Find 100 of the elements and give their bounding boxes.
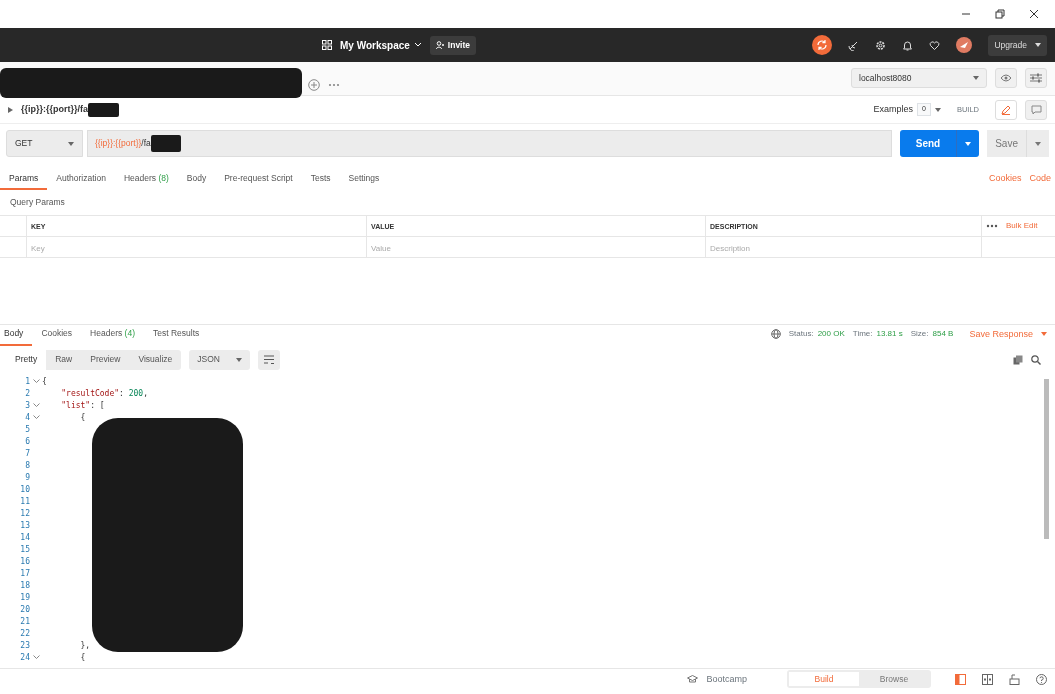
workspace-menu[interactable]: My Workspace	[340, 37, 422, 53]
caret-icon	[1035, 142, 1041, 147]
line-number: 17	[19, 567, 30, 580]
method-dropdown[interactable]: GET	[6, 130, 83, 157]
add-tab-icon[interactable]	[308, 79, 320, 91]
line-number: 9	[24, 471, 30, 484]
heart-icon[interactable]	[929, 39, 941, 51]
code-line: "resultCode": 200,	[60, 387, 148, 400]
bootcamp-link[interactable]: Bootcamp	[687, 672, 747, 686]
tab[interactable]: Test Results	[144, 322, 209, 346]
tab[interactable]: Headers (8)	[114, 167, 178, 191]
layout-icon[interactable]	[982, 673, 993, 685]
sidebar-icon[interactable]	[955, 673, 966, 685]
wrap-icon	[264, 355, 274, 365]
add-user-icon	[435, 41, 444, 50]
chevron-icon	[413, 42, 422, 49]
eye-icon	[1000, 74, 1012, 82]
close-icon[interactable]	[1029, 9, 1039, 19]
edit-button[interactable]	[995, 99, 1017, 120]
invite-button[interactable]: Invite	[429, 36, 477, 55]
caret-icon	[236, 357, 242, 362]
view-mode-tab[interactable]: Raw	[46, 349, 82, 370]
status-label: Size:	[910, 328, 929, 341]
fold-icon[interactable]	[32, 655, 40, 661]
environment-dropdown[interactable]: localhost8080	[851, 68, 987, 88]
scrollbar[interactable]	[1044, 378, 1049, 539]
graduation-cap-icon	[687, 675, 699, 684]
sync-icon[interactable]	[812, 35, 833, 56]
line-number: 20	[19, 603, 30, 616]
line-number: 22	[19, 627, 30, 640]
line-number: 23	[19, 639, 30, 652]
view-mode-tab[interactable]: Preview	[81, 349, 130, 370]
request-name: {{ip}}:{{port}}/fa	[21, 102, 88, 116]
help-icon[interactable]	[1036, 673, 1047, 685]
bench-icon[interactable]	[1009, 673, 1020, 685]
mode-tab[interactable]: Browse	[859, 672, 929, 687]
line-number: 14	[19, 531, 30, 544]
line-number: 21	[19, 615, 30, 628]
line-number: 10	[19, 483, 30, 496]
tab[interactable]: Pre-request Script	[215, 167, 302, 191]
save-button[interactable]: Save	[987, 130, 1026, 157]
expand-icon[interactable]	[8, 106, 13, 113]
caret-icon	[934, 107, 941, 112]
caret-icon	[1041, 332, 1047, 337]
tab[interactable]: Settings	[339, 167, 389, 191]
line-number: 8	[24, 459, 30, 472]
line-number: 7	[24, 447, 30, 460]
avatar-icon[interactable]	[956, 37, 973, 54]
restore-icon[interactable]	[995, 9, 1005, 19]
tab[interactable]: Params	[0, 167, 48, 191]
line-number: 5	[24, 423, 30, 436]
tab[interactable]: Cookies	[32, 322, 82, 346]
grid-icon	[322, 40, 332, 51]
copy-icon[interactable]	[1013, 354, 1023, 365]
pencil-icon	[1001, 104, 1011, 115]
tab[interactable]: Body	[177, 167, 216, 191]
line-number: 16	[19, 555, 30, 568]
format-dropdown[interactable]: JSON	[189, 349, 250, 370]
search-icon[interactable]	[1031, 354, 1041, 365]
tab[interactable]: Body	[0, 322, 33, 346]
environment-quick-look-button[interactable]	[995, 68, 1017, 88]
line-number: 15	[19, 543, 30, 556]
send-button[interactable]: Send	[899, 130, 957, 157]
settings-icon[interactable]	[875, 39, 887, 51]
caret-icon	[68, 141, 74, 146]
send-options-button[interactable]	[956, 130, 980, 157]
tab[interactable]: Tests	[301, 167, 340, 191]
line-number: 24	[19, 651, 30, 664]
code-line: },	[79, 639, 91, 652]
fold-icon[interactable]	[32, 379, 40, 385]
globe-icon	[770, 329, 781, 340]
status-value: 13.81 s	[876, 328, 903, 341]
code-line: {	[79, 651, 86, 664]
line-number: 6	[24, 435, 30, 448]
line-number: 4	[24, 411, 30, 424]
code-line: {	[79, 411, 86, 424]
wrap-lines-button[interactable]	[258, 349, 280, 370]
caret-icon	[1035, 43, 1041, 48]
table-cell	[0, 236, 27, 258]
more-icon[interactable]	[986, 223, 998, 228]
line-number: 18	[19, 579, 30, 592]
section-title: Query Params	[9, 196, 66, 209]
tab[interactable]: Headers (4)	[81, 322, 144, 346]
line-number: 19	[19, 591, 30, 604]
status-value: 200 OK	[817, 328, 845, 341]
bell-icon[interactable]	[902, 39, 914, 51]
status-label: Status:	[788, 328, 814, 341]
satellite-icon[interactable]	[848, 39, 860, 51]
code-line: "list": [	[60, 399, 105, 412]
comment-icon	[1030, 104, 1042, 115]
status-label: Time:	[852, 328, 873, 341]
fold-icon[interactable]	[32, 403, 40, 409]
line-number: 12	[19, 507, 30, 520]
status-value: 854 B	[932, 328, 954, 341]
view-mode-tab[interactable]: Visualize	[129, 349, 182, 370]
fold-icon[interactable]	[32, 415, 40, 421]
tab[interactable]: Authorization	[47, 167, 115, 191]
upgrade-button[interactable]: Upgrade	[988, 35, 1047, 56]
view-mode-tab[interactable]: Pretty	[6, 349, 47, 370]
sliders-button[interactable]	[1025, 68, 1047, 88]
